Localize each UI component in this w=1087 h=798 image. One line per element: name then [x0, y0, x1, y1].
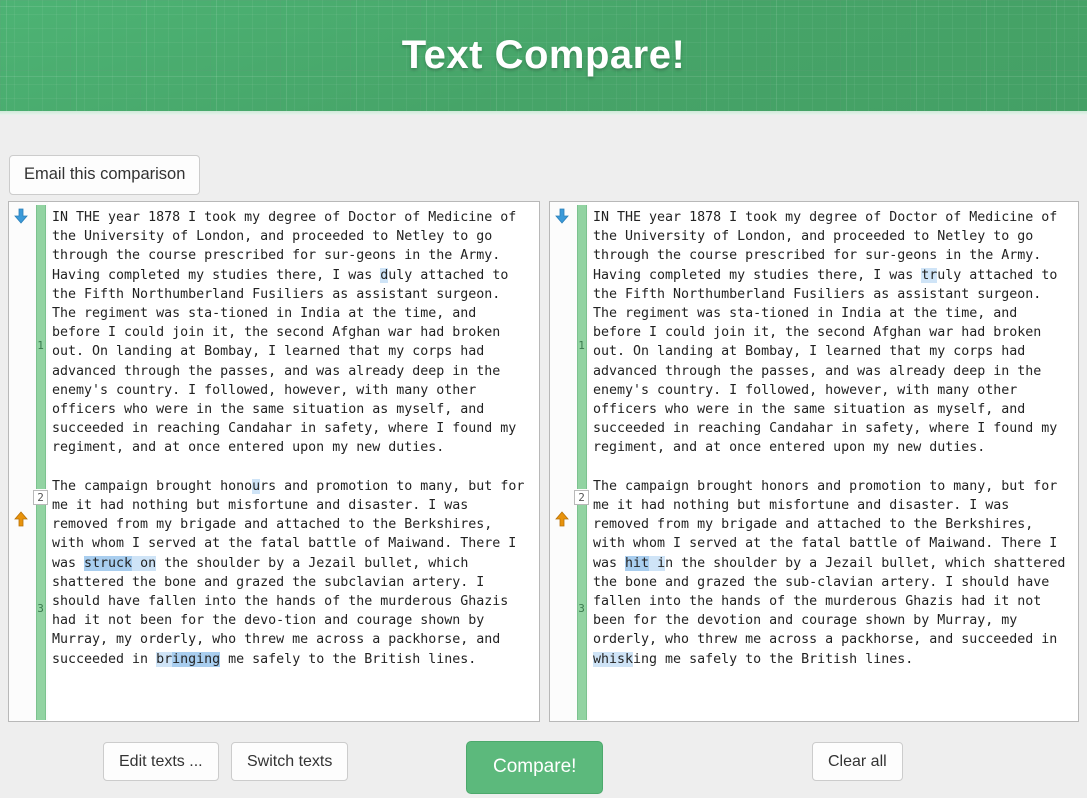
top-toolbar: Email this comparison [0, 115, 1087, 201]
email-this-comparison-button[interactable]: Email this comparison [9, 155, 201, 195]
left-p2-seg6: the shoulder by a Jezail bullet, which s… [52, 555, 517, 667]
scroll-up-arrow-icon[interactable] [13, 511, 29, 527]
right-p2-highlight-i: i [649, 555, 666, 571]
switch-texts-button[interactable]: Switch texts [231, 742, 349, 782]
right-p2-seg4: n the shoulder by a Jezail bullet, which… [593, 555, 1074, 648]
right-text-pane[interactable]: 1 2 3 IN THE year 1878 I took my degree … [549, 201, 1079, 722]
change-marker-1[interactable]: 1 [33, 339, 48, 352]
change-marker-2[interactable]: 2 [574, 490, 589, 505]
right-p1-post: uly attached to the Fifth Northumberland… [593, 267, 1066, 456]
compare-button[interactable]: Compare! [466, 741, 604, 794]
right-change-gutter: 1 2 3 [574, 202, 589, 721]
page-header: Text Compare! [0, 0, 1087, 115]
scroll-up-arrow-icon[interactable] [554, 511, 570, 527]
left-change-gutter: 1 2 3 [33, 202, 48, 721]
right-p2-highlight-whisk: whisk [593, 651, 634, 667]
clear-all-button[interactable]: Clear all [812, 742, 903, 782]
left-p2-seg1: The campaign brought hono [52, 478, 253, 494]
bottom-toolbar: Edit texts ... Switch texts Compare! Cle… [0, 722, 1087, 798]
change-marker-3[interactable]: 3 [574, 602, 589, 615]
left-p2-highlight-inging: inging [172, 651, 221, 667]
left-marker-column [9, 202, 33, 721]
right-p2-highlight-hit: hit [625, 555, 650, 571]
change-marker-2[interactable]: 2 [33, 490, 48, 505]
right-marker-column [550, 202, 574, 721]
change-marker-3[interactable]: 3 [33, 602, 48, 615]
right-diff-text[interactable]: IN THE year 1878 I took my degree of Doc… [589, 204, 1077, 721]
left-diff-text[interactable]: IN THE year 1878 I took my degree of Doc… [48, 204, 538, 721]
edit-texts-button[interactable]: Edit texts ... [103, 742, 219, 782]
scroll-down-arrow-icon[interactable] [13, 208, 29, 224]
left-p2-highlight-br: br [156, 651, 173, 667]
left-p2-highlight-struck: struck [84, 555, 133, 571]
pane-divider [544, 201, 545, 722]
right-p1-highlight: tr [921, 267, 938, 283]
left-p1-post: uly attached to the Fifth Northumberland… [52, 267, 525, 456]
left-p2-highlight-on: on [132, 555, 157, 571]
diff-panes: 1 2 3 IN THE year 1878 I took my degree … [0, 201, 1087, 722]
left-text-pane[interactable]: 1 2 3 IN THE year 1878 I took my degree … [8, 201, 540, 722]
page-title: Text Compare! [401, 33, 686, 77]
left-p2-highlight-u: u [252, 478, 261, 494]
scroll-down-arrow-icon[interactable] [554, 208, 570, 224]
left-p2-seg9: me safely to the British lines. [220, 651, 477, 667]
change-marker-1[interactable]: 1 [574, 339, 589, 352]
right-p2-seg6: ing me safely to the British lines. [633, 651, 914, 667]
